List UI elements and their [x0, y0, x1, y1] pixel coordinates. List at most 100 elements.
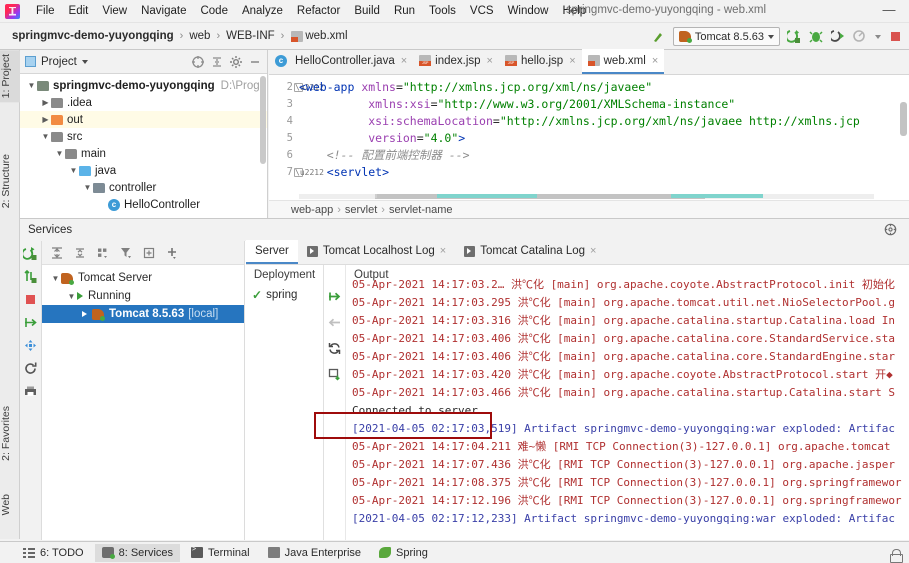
- filter-icon[interactable]: [119, 246, 133, 260]
- hammer-build-icon[interactable]: [651, 29, 666, 44]
- status-item-todo[interactable]: 6: TODO: [16, 544, 91, 562]
- collapse-all-icon[interactable]: [73, 246, 87, 260]
- tab-hellocontroller-java[interactable]: c HelloController.java ×: [269, 49, 413, 74]
- profile-icon[interactable]: [853, 29, 868, 44]
- add-tab-icon[interactable]: [142, 246, 156, 260]
- group-icon[interactable]: [96, 246, 110, 260]
- menu-item-build[interactable]: Build: [347, 2, 387, 20]
- stop-icon[interactable]: [888, 29, 903, 44]
- deploy-icon[interactable]: [23, 315, 38, 330]
- rerun-failed-icon[interactable]: [23, 269, 38, 284]
- close-icon[interactable]: ×: [590, 245, 596, 257]
- console-output[interactable]: Output 05-Apr-2021 14:17:03.2… 洪℃化 [main…: [346, 265, 909, 540]
- tree-row-tomcat-local[interactable]: Tomcat 8.5.63 [local]: [42, 305, 244, 323]
- breadcrumb-web[interactable]: web: [187, 30, 212, 42]
- deployment-row[interactable]: ✓ spring: [246, 285, 323, 304]
- tab-tomcat-localhost-log[interactable]: Tomcat Localhost Log ×: [298, 240, 455, 264]
- close-icon[interactable]: ×: [569, 55, 575, 67]
- chevron-right-icon[interactable]: ▶: [40, 98, 51, 107]
- help-gear-icon[interactable]: [884, 223, 897, 239]
- breadcrumb-project[interactable]: springmvc-demo-yuyongqing: [10, 30, 176, 42]
- code-view[interactable]: 2 3 4 5 6 7 \u2212 \u2212 <web-app xmlns…: [269, 75, 909, 209]
- tree-row[interactable]: ▼ controller: [20, 179, 267, 196]
- editor-vertical-scrollbar[interactable]: [900, 102, 907, 136]
- close-icon[interactable]: ×: [401, 55, 407, 67]
- rerun-icon[interactable]: [23, 246, 38, 261]
- tree-row[interactable]: ▼ src: [20, 128, 267, 145]
- chevron-down-icon[interactable]: ▼: [54, 149, 65, 158]
- chevron-down-icon[interactable]: [82, 60, 88, 64]
- chevron-down-icon[interactable]: ▼: [50, 274, 61, 283]
- add-icon[interactable]: [165, 246, 179, 260]
- update-resources-icon[interactable]: [327, 367, 342, 382]
- run-with-coverage-icon[interactable]: [831, 29, 846, 44]
- redeploy-icon[interactable]: [327, 341, 342, 356]
- tab-server[interactable]: Server: [246, 240, 298, 264]
- expand-all-icon[interactable]: [50, 246, 64, 260]
- chevron-down-icon[interactable]: ▼: [66, 292, 77, 301]
- sidebar-item-favorites[interactable]: 2: Favorites: [0, 402, 20, 465]
- deploy-artifact-icon[interactable]: [327, 289, 342, 304]
- minimize-button[interactable]: —: [881, 4, 897, 18]
- chevron-down-icon[interactable]: ▼: [40, 132, 51, 141]
- menu-item-vcs[interactable]: VCS: [463, 2, 501, 20]
- menu-item-navigate[interactable]: Navigate: [134, 2, 193, 20]
- menu-item-tools[interactable]: Tools: [422, 2, 463, 20]
- tree-row[interactable]: ▶ .idea: [20, 94, 267, 111]
- breadcrumb-servlet-name[interactable]: servlet-name: [389, 204, 453, 216]
- breadcrumb-webapp[interactable]: web-app: [291, 204, 333, 216]
- tree-row-tomcat-server[interactable]: ▼ Tomcat Server: [42, 269, 244, 287]
- restart-icon[interactable]: [23, 361, 38, 376]
- status-item-spring[interactable]: Spring: [372, 544, 435, 562]
- status-item-services[interactable]: 8: Services: [95, 544, 180, 562]
- sidebar-item-web[interactable]: Web: [0, 490, 20, 519]
- menu-item-code[interactable]: Code: [193, 2, 235, 20]
- editor-horizontal-scrollbar[interactable]: [299, 194, 874, 199]
- undeploy-artifact-icon[interactable]: [327, 315, 342, 330]
- breadcrumb-webinf[interactable]: WEB-INF: [224, 30, 277, 42]
- sidebar-item-project[interactable]: 1: Project: [0, 50, 20, 102]
- chevron-down-icon[interactable]: ▼: [68, 166, 79, 175]
- status-item-java-enterprise[interactable]: Java Enterprise: [261, 544, 368, 562]
- menu-item-view[interactable]: View: [95, 2, 134, 20]
- update-application-icon[interactable]: [23, 338, 38, 353]
- chevron-down-icon[interactable]: [875, 35, 881, 39]
- menu-item-analyze[interactable]: Analyze: [235, 2, 290, 20]
- tab-index-jsp[interactable]: index.jsp ×: [413, 49, 499, 74]
- tab-hello-jsp[interactable]: hello.jsp ×: [499, 49, 582, 74]
- menu-item-refactor[interactable]: Refactor: [290, 2, 347, 20]
- print-icon[interactable]: [23, 384, 38, 399]
- settings-gear-icon[interactable]: [229, 55, 243, 69]
- tree-row[interactable]: ▼ springmvc-demo-yuyongqing D:\Progr: [20, 77, 267, 94]
- menu-item-file[interactable]: File: [29, 2, 62, 20]
- status-item-terminal[interactable]: Terminal: [184, 544, 257, 562]
- close-icon[interactable]: ×: [652, 55, 658, 67]
- tree-row[interactable]: c HelloController: [20, 196, 267, 213]
- tree-row-running[interactable]: ▼ Running: [42, 287, 244, 305]
- tree-row[interactable]: ▶ out: [20, 111, 267, 128]
- project-scrollbar[interactable]: [260, 76, 266, 164]
- debug-icon[interactable]: [809, 29, 824, 44]
- collapse-all-icon[interactable]: [210, 55, 224, 69]
- close-icon[interactable]: ×: [487, 55, 493, 67]
- stop-icon[interactable]: [23, 292, 38, 307]
- chevron-right-icon[interactable]: [82, 311, 87, 317]
- menu-item-window[interactable]: Window: [501, 2, 556, 20]
- lock-icon[interactable]: [890, 549, 901, 561]
- hide-panel-icon[interactable]: [248, 55, 262, 69]
- menu-item-edit[interactable]: Edit: [62, 2, 96, 20]
- chevron-right-icon[interactable]: ▶: [40, 115, 51, 124]
- tab-tomcat-catalina-log[interactable]: Tomcat Catalina Log ×: [455, 240, 605, 264]
- close-icon[interactable]: ×: [440, 245, 446, 257]
- run-configuration-selector[interactable]: Tomcat 8.5.63: [673, 27, 780, 46]
- chevron-down-icon[interactable]: ▼: [82, 183, 93, 192]
- sidebar-item-structure[interactable]: 2: Structure: [0, 150, 20, 212]
- tree-row[interactable]: ▼ java: [20, 162, 267, 179]
- chevron-down-icon[interactable]: ▼: [26, 81, 37, 90]
- breadcrumb-webxml[interactable]: web.xml: [303, 30, 349, 42]
- locate-icon[interactable]: [191, 55, 205, 69]
- menu-item-run[interactable]: Run: [387, 2, 422, 20]
- tab-web-xml[interactable]: web.xml ×: [582, 49, 665, 74]
- breadcrumb-servlet[interactable]: servlet: [345, 204, 377, 216]
- run-icon[interactable]: [787, 29, 802, 44]
